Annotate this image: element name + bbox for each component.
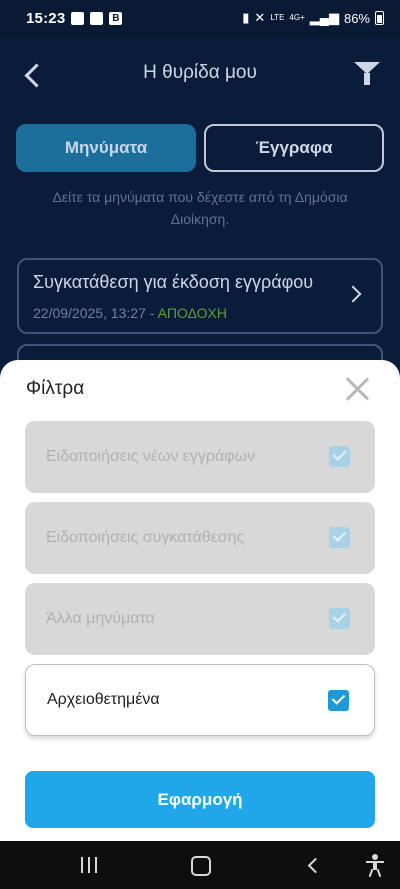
mute-icon: ✕	[254, 10, 266, 25]
checkbox-checked-icon	[329, 608, 350, 629]
filter-option-other-messages: Άλλα μηνύματα	[25, 583, 375, 655]
battery-icon	[375, 11, 384, 25]
accessibility-icon-leg	[376, 868, 382, 878]
filter-option-label: Αρχειοθετημένα	[47, 691, 160, 708]
checkbox-checked-icon	[329, 527, 350, 548]
status-bar-right: ▮ ✕ LTE 4G+ ▂▄▆ 86%	[242, 10, 384, 26]
message-status: ΑΠΟΔΟΧΗ	[157, 305, 228, 321]
close-icon[interactable]	[344, 376, 370, 402]
filter-option-label: Ειδοποιήσεις νέων εγγράφων	[46, 448, 256, 465]
recent-apps-bar	[95, 857, 97, 873]
message-meta: 22/09/2025, 13:27 - ΑΠΟΔΟΧΗ	[33, 305, 227, 321]
signal-icon: ▂▄▆	[309, 10, 339, 25]
checkbox-checked-icon	[329, 446, 350, 467]
filter-option-archived[interactable]: Αρχειοθετημένα	[25, 664, 375, 736]
app-bar: Η θυρίδα μου	[0, 36, 400, 114]
b-app-icon: B	[109, 11, 123, 25]
lte-label: LTE	[270, 13, 285, 22]
tab-messages[interactable]: Μηνύματα	[16, 124, 196, 172]
status-time: 15:23	[26, 9, 66, 27]
filter-icon[interactable]	[354, 62, 380, 88]
chevron-right-icon	[344, 285, 362, 303]
recent-apps-bar	[88, 857, 90, 873]
page-title: Η θυρίδα μου	[143, 62, 257, 83]
recent-apps-icon[interactable]	[81, 857, 97, 873]
message-card[interactable]: Συγκατάθεση για έκδοση εγγράφου 22/09/20…	[17, 258, 383, 334]
filters-sheet: Φίλτρα Ειδοποιήσεις νέων εγγράφων Ειδοπο…	[0, 360, 400, 841]
checkbox-checked-icon[interactable]	[328, 690, 349, 711]
accessibility-icon-head	[372, 854, 378, 860]
message-title: Συγκατάθεση για έκδοση εγγράφου	[33, 272, 314, 292]
status-bar-left: 15:23 B	[26, 9, 123, 27]
filter-option-label: Ειδοποιήσεις συγκατάθεσης	[46, 529, 245, 546]
message-date: 22/09/2025, 13:27 -	[33, 305, 155, 321]
filters-title: Φίλτρα	[26, 378, 85, 399]
filter-option-label: Άλλα μηνύματα	[46, 610, 155, 627]
youtube-icon	[90, 11, 104, 25]
filter-option-new-documents: Ειδοποιήσεις νέων εγγράφων	[25, 421, 375, 493]
nav-back-icon[interactable]	[307, 857, 324, 874]
filter-icon-stem	[364, 73, 370, 85]
recent-apps-bar	[81, 857, 83, 873]
home-icon[interactable]	[191, 856, 211, 876]
accessibility-icon[interactable]	[366, 854, 384, 878]
gallery-icon	[71, 11, 85, 25]
tab-documents[interactable]: Έγγραφα	[204, 124, 384, 172]
accessibility-icon-leg	[368, 868, 374, 878]
status-bar: 15:23 B ▮ ✕ LTE 4G+ ▂▄▆ 86%	[0, 0, 400, 36]
network-label: 4G+	[289, 13, 305, 22]
apply-button[interactable]: Εφαρμογή	[25, 771, 375, 828]
battery-percent: 86%	[343, 10, 370, 26]
inbox-description: Δείτε τα μηνύματα που δέχεστε από τη Δημ…	[52, 189, 348, 227]
system-nav-bar	[0, 841, 400, 889]
filter-option-consent: Ειδοποιήσεις συγκατάθεσης	[25, 502, 375, 574]
battery-saver-icon: ▮	[242, 10, 250, 25]
